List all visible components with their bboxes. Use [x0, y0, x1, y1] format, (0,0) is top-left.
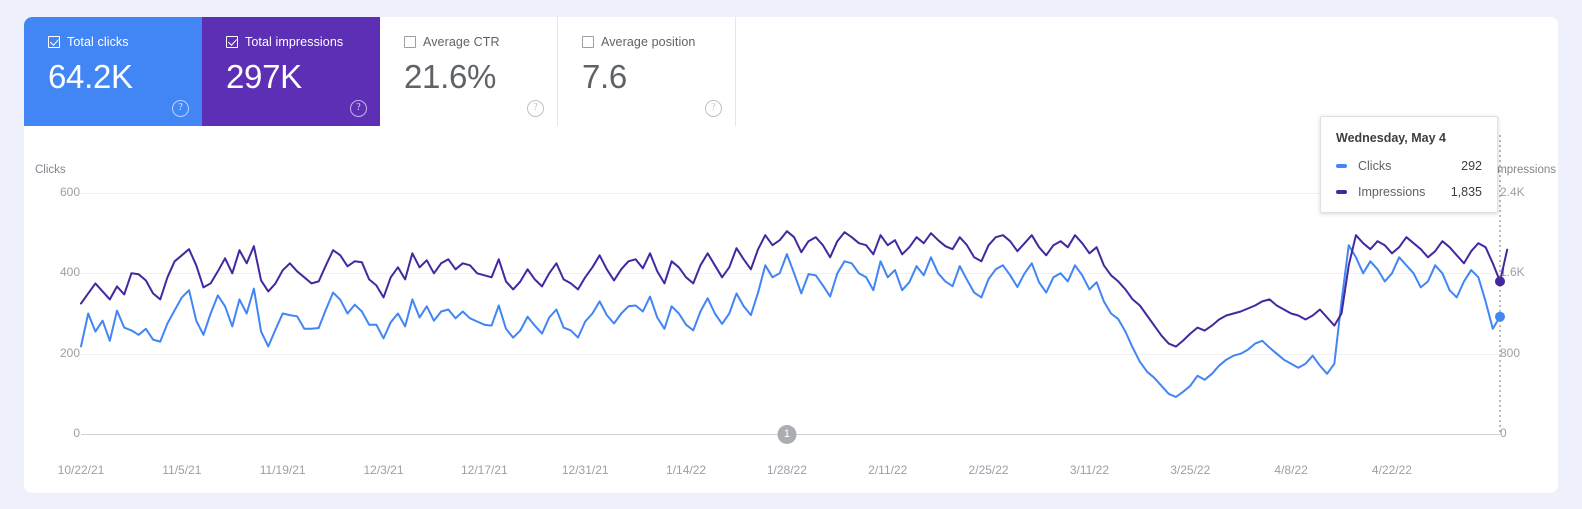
tooltip-row-impressions: Impressions 1,835 [1336, 185, 1482, 199]
metric-value-average-ctr: 21.6% [404, 58, 497, 95]
tooltip-row-clicks: Clicks 292 [1336, 159, 1482, 173]
metric-header-average-position: Average position [582, 34, 735, 50]
metric-card-total-impressions[interactable]: Total impressions 297K ? [202, 17, 380, 126]
metric-card-average-ctr[interactable]: Average CTR 21.6% ? [380, 17, 558, 126]
metric-card-average-position[interactable]: Average position 7.6 ? [558, 17, 736, 126]
help-icon-average-position[interactable]: ? [705, 100, 722, 117]
checkbox-average-position[interactable] [582, 36, 594, 48]
tooltip-date: Wednesday, May 4 [1336, 131, 1446, 145]
metric-value-total-impressions: 297K [226, 58, 302, 95]
performance-report: Total clicks 64.2K ? Total impressions 2… [0, 0, 1582, 509]
metric-label-average-ctr: Average CTR [423, 35, 500, 49]
legend-swatch-clicks [1336, 164, 1347, 168]
metric-cards: Total clicks 64.2K ? Total impressions 2… [24, 17, 736, 126]
metric-header-total-clicks: Total clicks [48, 34, 202, 50]
help-icon-average-ctr[interactable]: ? [527, 100, 544, 117]
metric-label-total-clicks: Total clicks [67, 35, 129, 49]
help-icon-total-impressions[interactable]: ? [350, 100, 367, 117]
metric-value-average-position: 7.6 [582, 58, 627, 95]
chart-tooltip: Wednesday, May 4 Clicks 292 Impressions … [1320, 116, 1498, 213]
tooltip-label-impressions: Impressions [1358, 185, 1426, 199]
tooltip-value-impressions: 1,835 [1450, 185, 1482, 199]
checkbox-total-impressions[interactable] [226, 36, 238, 48]
annotation-marker-1[interactable]: 1 [777, 425, 797, 444]
metric-label-average-position: Average position [601, 35, 696, 49]
hover-point-impressions [1495, 276, 1505, 287]
metric-header-total-impressions: Total impressions [226, 34, 380, 50]
hover-point-clicks [1495, 311, 1505, 322]
performance-card: Total clicks 64.2K ? Total impressions 2… [24, 17, 1558, 493]
legend-swatch-impressions [1336, 190, 1347, 194]
checkbox-total-clicks[interactable] [48, 36, 60, 48]
metric-card-total-clicks[interactable]: Total clicks 64.2K ? [24, 17, 202, 126]
help-icon-total-clicks[interactable]: ? [172, 100, 189, 117]
metric-label-total-impressions: Total impressions [245, 35, 344, 49]
series-line-impressions [80, 230, 1509, 348]
tooltip-label-clicks: Clicks [1358, 159, 1392, 173]
checkbox-average-ctr[interactable] [404, 36, 416, 48]
metric-value-total-clicks: 64.2K [48, 58, 133, 95]
tooltip-value-clicks: 292 [1461, 159, 1482, 173]
metric-header-average-ctr: Average CTR [404, 34, 557, 50]
